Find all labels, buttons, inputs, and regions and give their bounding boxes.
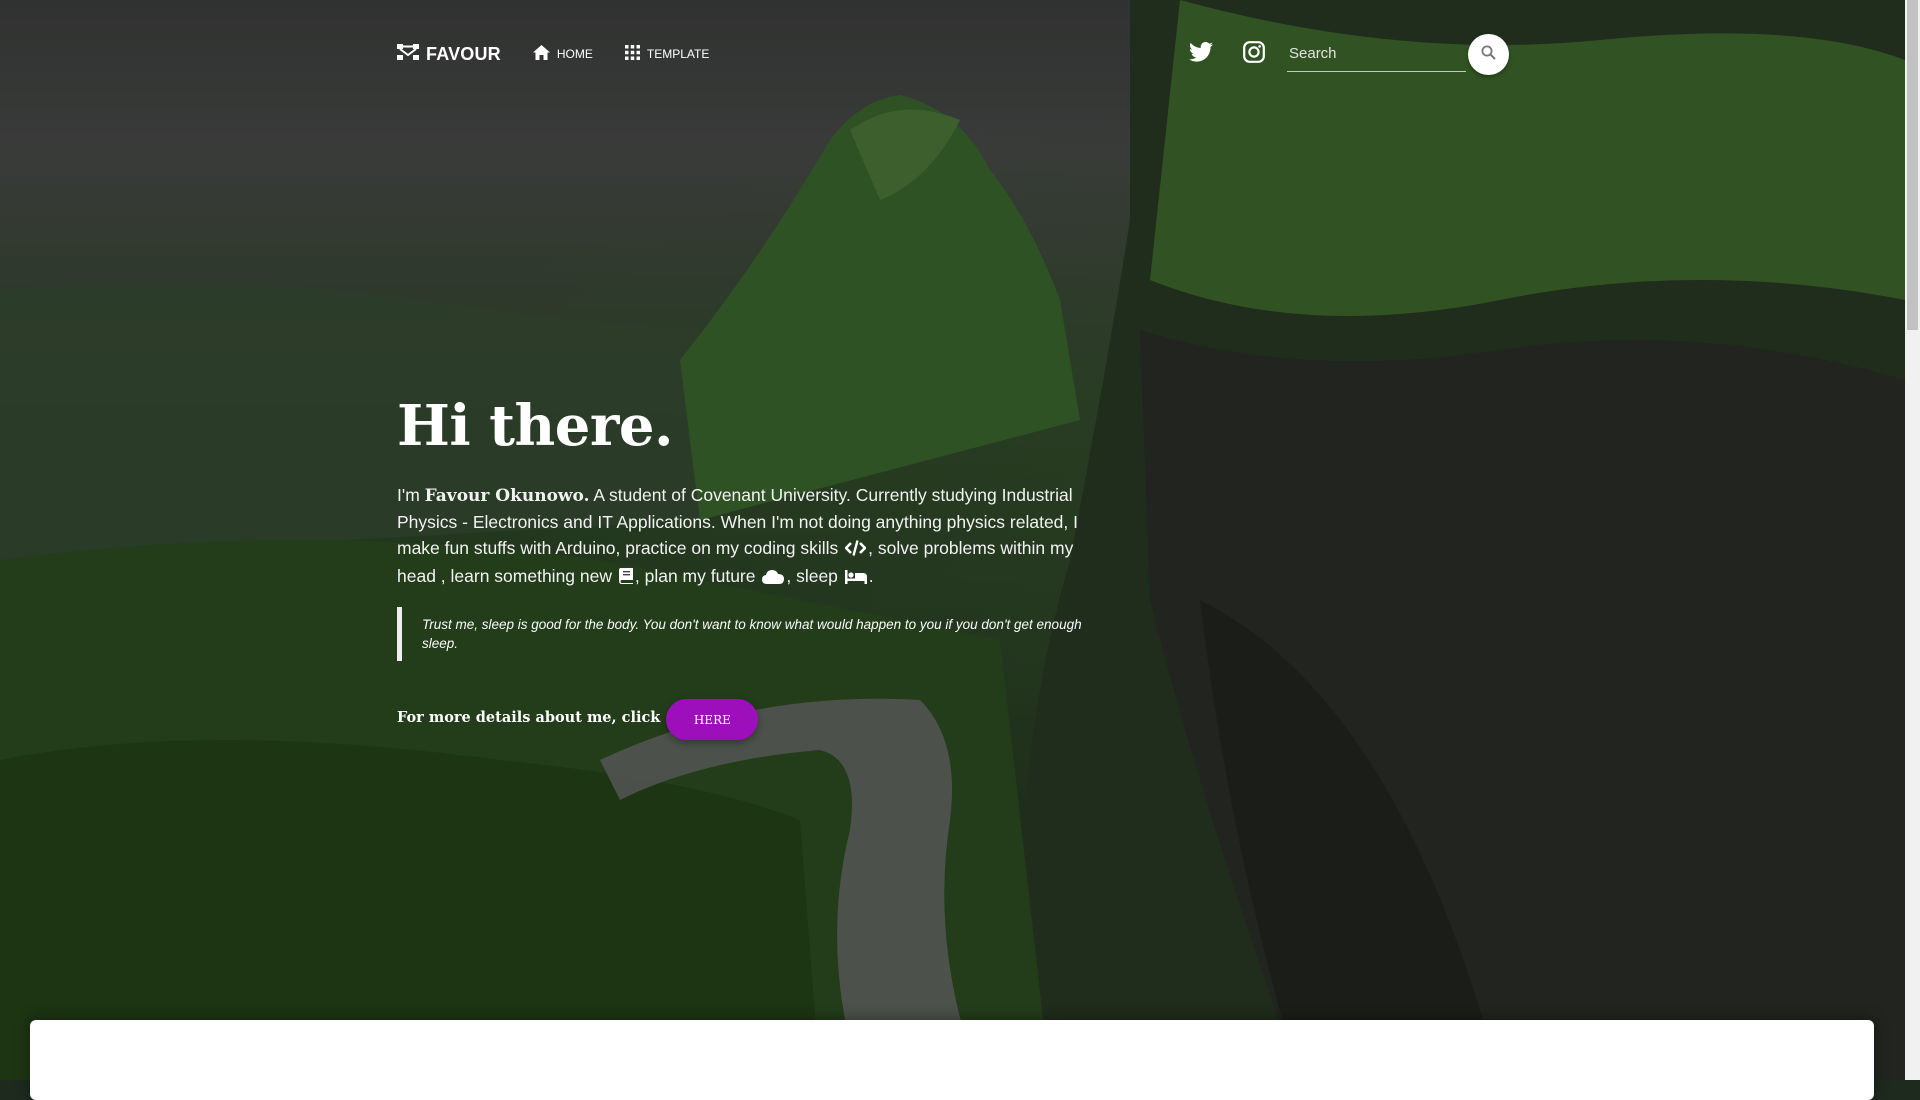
twitter-link[interactable]	[1181, 34, 1221, 74]
apps-grid-icon	[624, 45, 640, 63]
intro-prefix: I'm	[397, 485, 425, 505]
main-content-card	[30, 1020, 1874, 1100]
navbar: FAVOUR HOME TEMPLATE	[397, 30, 1509, 78]
intro-body-3: , plan my future	[634, 566, 761, 586]
instagram-link[interactable]	[1234, 34, 1274, 74]
search-input[interactable]	[1287, 36, 1466, 72]
book-icon	[618, 565, 633, 591]
search-icon	[1481, 45, 1496, 63]
brand-icon	[397, 43, 419, 65]
code-icon	[844, 537, 867, 563]
sleep-quote: Trust me, sleep is good for the body. Yo…	[397, 607, 1112, 661]
bed-icon	[844, 565, 867, 591]
intro-name: Favour Okunowo.	[424, 486, 590, 506]
brand-link[interactable]: FAVOUR	[397, 43, 501, 65]
nav-home[interactable]: HOME	[532, 45, 593, 63]
page-title: Hi there.	[397, 393, 674, 459]
instagram-icon	[1243, 40, 1265, 68]
search-button[interactable]	[1468, 33, 1509, 75]
here-button[interactable]: HERE	[666, 699, 759, 740]
intro-body-5: .	[868, 566, 874, 586]
more-details-row: For more details about me, click HERE	[397, 697, 1107, 740]
nav-template-label: TEMPLATE	[646, 47, 710, 61]
cloud-icon	[762, 565, 785, 591]
scrollbar[interactable]	[1905, 0, 1920, 1080]
brand-label: FAVOUR	[426, 43, 501, 64]
nav-template[interactable]: TEMPLATE	[624, 45, 710, 63]
intro-paragraph: I'm Favour Okunowo. A student of Covenan…	[397, 482, 1107, 591]
home-icon	[532, 45, 550, 63]
scrollbar-thumb[interactable]	[1907, 0, 1918, 330]
search-bar	[1287, 33, 1509, 75]
twitter-icon	[1189, 41, 1213, 67]
intro-body-4: , sleep	[786, 566, 843, 586]
nav-home-label: HOME	[556, 47, 593, 61]
more-details-text: For more details about me, click	[397, 709, 661, 726]
hero-content: Hi there. I'm Favour Okunowo. A student …	[397, 390, 1107, 740]
